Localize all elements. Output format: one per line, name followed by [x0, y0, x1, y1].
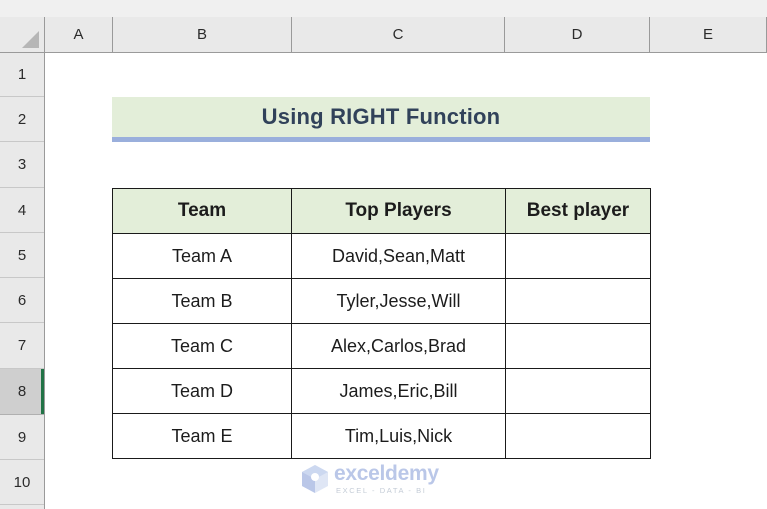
cell-top-players[interactable]: James,Eric,Bill [291, 368, 506, 414]
cell-team[interactable]: Team E [112, 413, 292, 459]
row-header-2[interactable]: 2 [0, 97, 44, 142]
column-header-band: ABCDE [0, 17, 767, 53]
data-table: Team Top Players Best player Team A David… [112, 188, 651, 459]
column-header-b[interactable]: B [113, 17, 292, 52]
column-header-c[interactable]: C [292, 17, 505, 52]
header-cell-team[interactable]: Team [112, 188, 292, 234]
cell-team[interactable]: Team C [112, 323, 292, 369]
table-row: Team A David,Sean,Matt [112, 233, 651, 279]
cell-best-player[interactable] [505, 413, 651, 459]
row-header-9[interactable]: 9 [0, 415, 44, 460]
row-header-band: 1 2 3 4 5 6 7 8 9 10 [0, 53, 45, 509]
table-row: Team E Tim,Luis,Nick [112, 413, 651, 459]
column-header-e[interactable]: E [650, 17, 767, 52]
top-gutter-strip [0, 0, 767, 17]
row-header-1[interactable]: 1 [0, 53, 44, 97]
banner-title: Using RIGHT Function [261, 104, 501, 129]
select-all-triangle-icon [22, 31, 39, 48]
table-header-row: Team Top Players Best player [112, 188, 651, 234]
cell-best-player[interactable] [505, 233, 651, 279]
cell-team[interactable]: Team A [112, 233, 292, 279]
row-header-8[interactable]: 8 [0, 369, 44, 415]
header-cell-top-players[interactable]: Top Players [291, 188, 506, 234]
cell-best-player[interactable] [505, 368, 651, 414]
title-banner[interactable]: Using RIGHT Function [112, 97, 650, 142]
column-header-d[interactable]: D [505, 17, 650, 52]
header-cell-best-player[interactable]: Best player [505, 188, 651, 234]
row-header-3[interactable]: 3 [0, 142, 44, 188]
row-header-7[interactable]: 7 [0, 323, 44, 369]
cell-top-players[interactable]: Tim,Luis,Nick [291, 413, 506, 459]
column-header-a[interactable]: A [45, 17, 113, 52]
select-all-corner-button[interactable] [0, 17, 45, 52]
cell-top-players[interactable]: Tyler,Jesse,Will [291, 278, 506, 324]
cell-best-player[interactable] [505, 278, 651, 324]
cell-team[interactable]: Team B [112, 278, 292, 324]
cell-top-players[interactable]: David,Sean,Matt [291, 233, 506, 279]
row-header-6[interactable]: 6 [0, 278, 44, 323]
row-header-5[interactable]: 5 [0, 233, 44, 278]
cell-best-player[interactable] [505, 323, 651, 369]
table-row: Team B Tyler,Jesse,Will [112, 278, 651, 324]
table-row: Team D James,Eric,Bill [112, 368, 651, 414]
table-row: Team C Alex,Carlos,Brad [112, 323, 651, 369]
cell-team[interactable]: Team D [112, 368, 292, 414]
spreadsheet-canvas: ABCDE 1 2 3 4 5 6 7 8 9 10 Using RIGHT Function T… [0, 0, 767, 509]
row-header-10[interactable]: 10 [0, 460, 44, 505]
row-header-4[interactable]: 4 [0, 188, 44, 233]
cell-top-players[interactable]: Alex,Carlos,Brad [291, 323, 506, 369]
